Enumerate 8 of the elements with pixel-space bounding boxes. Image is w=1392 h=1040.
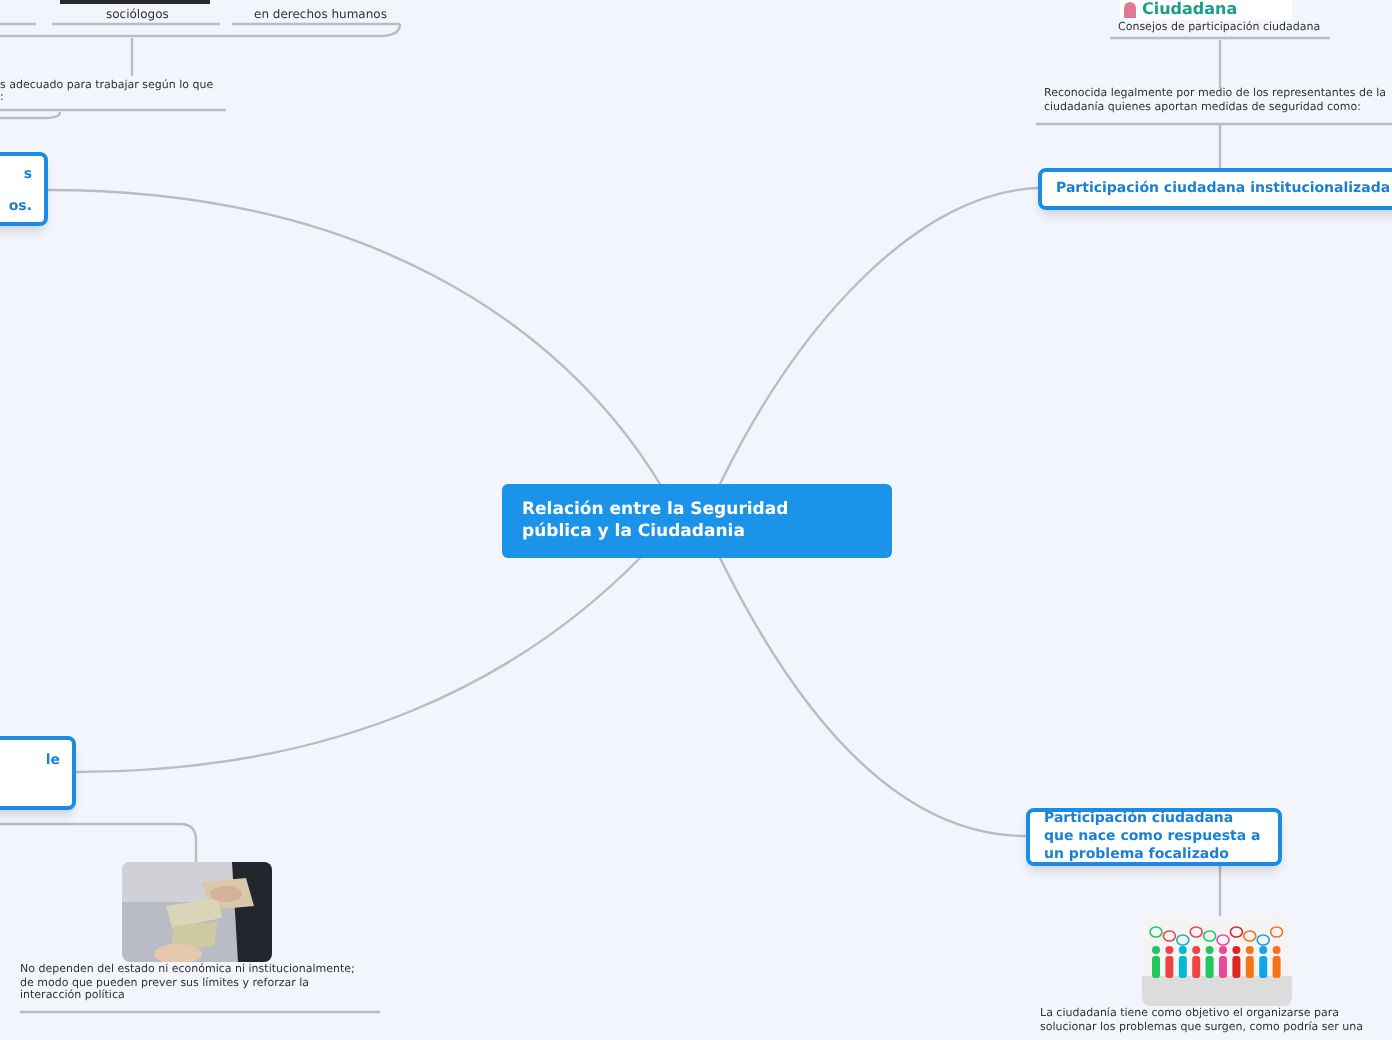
connector-line — [1218, 864, 1222, 916]
logo-text: Ciudadana — [1142, 2, 1238, 18]
central-topic[interactable]: Relación entre la Seguridad pública y la Ciudadania — [502, 484, 892, 558]
connector-line — [1218, 40, 1222, 88]
connector-line — [0, 111, 62, 120]
logo-icon — [1124, 2, 1136, 18]
connector-line — [1218, 124, 1222, 168]
divider-line — [0, 22, 36, 26]
